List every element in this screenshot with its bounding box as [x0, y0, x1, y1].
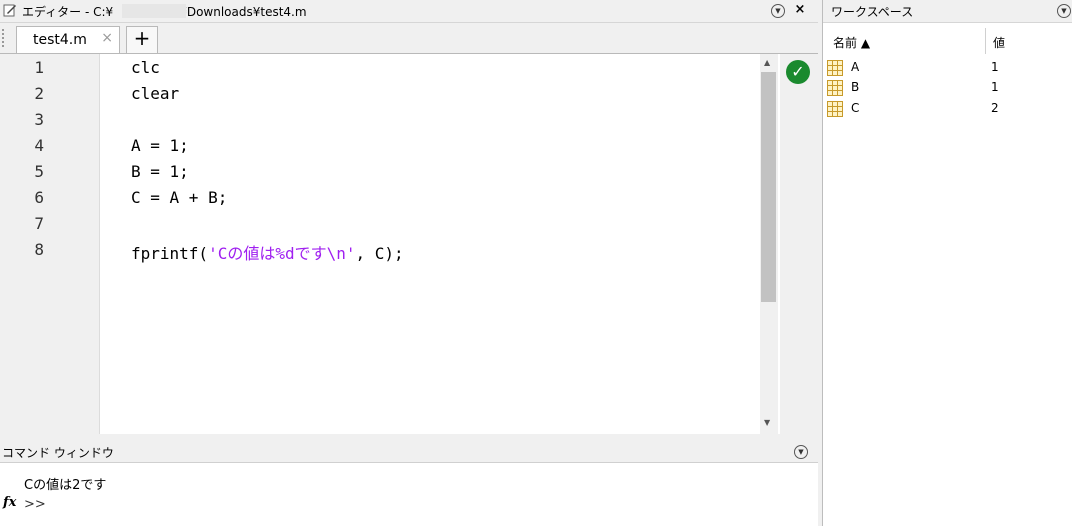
- code-line[interactable]: fprintf('Cの値は%dです\n', C);: [131, 240, 404, 264]
- tab-close-icon[interactable]: ×: [101, 30, 113, 46]
- column-divider[interactable]: [985, 28, 986, 54]
- command-window-menu-icon[interactable]: ▼: [794, 445, 808, 459]
- drag-handle-icon[interactable]: [2, 29, 8, 47]
- editor-titlebar: エディター - C:¥ ¥Downloads¥test4.m ▼ ×: [0, 0, 818, 23]
- variable-name: B: [851, 80, 860, 94]
- code-token: fprintf(: [131, 244, 209, 263]
- code-analyzer-column: ✓: [780, 54, 818, 434]
- line-number: 7: [34, 214, 44, 233]
- command-output: Cの値は2です: [24, 478, 107, 493]
- code-line[interactable]: clc: [131, 58, 160, 77]
- workspace-title: ワークスペース: [831, 5, 914, 19]
- workspace-row[interactable]: C 2: [823, 99, 1072, 119]
- workspace-header: 名前 ▲ 値: [823, 28, 1072, 54]
- variable-icon: [827, 101, 843, 117]
- line-number: 1: [34, 58, 44, 77]
- check-icon[interactable]: ✓: [786, 60, 810, 84]
- variable-icon: [827, 60, 843, 76]
- command-window-titlebar: コマンド ウィンドウ ▼: [0, 441, 818, 463]
- scrollbar-thumb[interactable]: [761, 72, 776, 302]
- variable-icon: [827, 80, 843, 96]
- line-number-gutter: 1 2 3 4 5 6 7 8: [0, 54, 100, 434]
- command-window-title: コマンド ウィンドウ: [2, 446, 114, 460]
- pencil-icon: [3, 4, 16, 17]
- workspace-titlebar: ワークスペース ▼: [823, 0, 1072, 23]
- command-window[interactable]: コマンド ウィンドウ ▼ Cの値は2です fx >>: [0, 441, 818, 526]
- code-line[interactable]: clear: [131, 84, 179, 103]
- tab-test4[interactable]: test4.m ×: [16, 26, 120, 53]
- add-tab-button[interactable]: +: [126, 26, 158, 53]
- variable-value: 1: [991, 60, 999, 74]
- string-literal: 'Cの値は%dです\n': [208, 244, 356, 263]
- variable-name: A: [851, 60, 860, 74]
- variable-value: 2: [991, 101, 999, 115]
- line-number: 3: [34, 110, 44, 129]
- name-column-header[interactable]: 名前 ▲: [833, 34, 870, 51]
- fx-icon[interactable]: fx: [3, 495, 16, 510]
- code-area[interactable]: 1 2 3 4 5 6 7 8 clc clear A = 1; B = 1; …: [0, 54, 780, 434]
- code-line[interactable]: B = 1;: [131, 162, 189, 181]
- variable-name: C: [851, 101, 860, 115]
- editor-close-icon[interactable]: ×: [792, 2, 808, 18]
- line-number: 2: [34, 84, 44, 103]
- editor-scrollbar[interactable]: ▲ ▼: [760, 54, 778, 434]
- line-number: 8: [34, 240, 44, 259]
- code-line[interactable]: C = A + B;: [131, 188, 227, 207]
- tab-label: test4.m: [33, 32, 87, 48]
- command-prompt[interactable]: >>: [24, 497, 46, 512]
- line-number: 4: [34, 136, 44, 155]
- editor-tabbar: test4.m × +: [0, 23, 818, 54]
- scroll-down-icon[interactable]: ▼: [764, 418, 770, 427]
- line-number: 5: [34, 162, 44, 181]
- workspace-panel: ワークスペース ▼ 名前 ▲ 値 A 1 B 1 C 2: [822, 0, 1072, 526]
- line-number: 6: [34, 188, 44, 207]
- workspace-menu-icon[interactable]: ▼: [1057, 4, 1071, 18]
- workspace-row[interactable]: B 1: [823, 78, 1072, 98]
- editor-menu-icon[interactable]: ▼: [771, 4, 785, 18]
- value-column-header[interactable]: 値: [993, 34, 1005, 51]
- code-line[interactable]: A = 1;: [131, 136, 189, 155]
- workspace-row[interactable]: A 1: [823, 58, 1072, 78]
- redacted-path: [122, 4, 186, 18]
- variable-value: 1: [991, 80, 999, 94]
- code-token: , C);: [355, 244, 404, 263]
- scroll-up-icon[interactable]: ▲: [764, 58, 770, 67]
